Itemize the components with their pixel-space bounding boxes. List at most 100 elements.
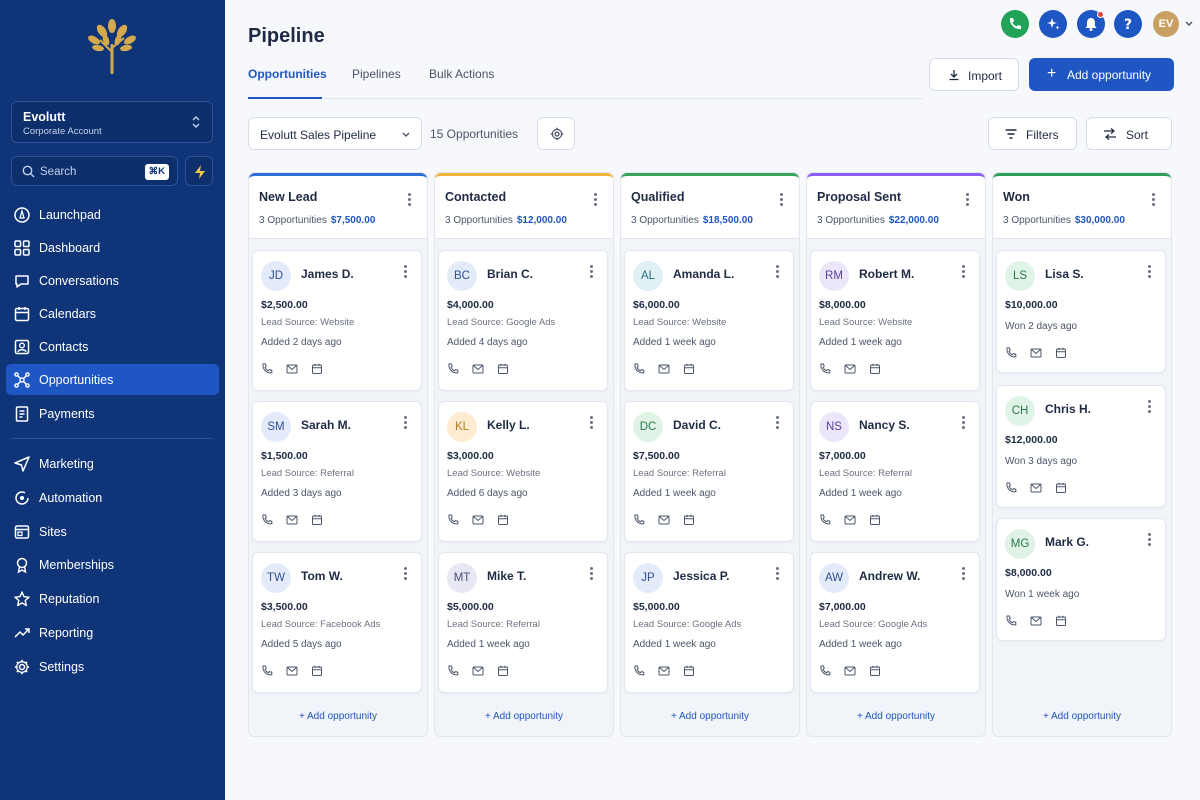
phone-icon[interactable] <box>447 514 459 526</box>
mail-icon[interactable] <box>844 363 856 375</box>
opportunity-card[interactable]: NS Nancy S. $7,000.00 Lead Source: Referral… <box>810 401 980 542</box>
sidebar-item-calendars[interactable]: Calendars <box>6 298 219 329</box>
card-menu-icon[interactable] <box>589 265 595 279</box>
notifications-button[interactable] <box>1077 10 1105 38</box>
calendar-icon[interactable] <box>683 665 695 677</box>
opportunity-card[interactable]: JD James D. $2,500.00 Lead Source: Website A… <box>252 250 422 391</box>
sort-button[interactable]: Sort <box>1086 117 1172 150</box>
card-menu-icon[interactable] <box>775 567 781 581</box>
opportunity-card[interactable]: TW Tom W. $3,500.00 Lead Source: Facebook A… <box>252 552 422 693</box>
mail-icon[interactable] <box>472 665 484 677</box>
card-menu-icon[interactable] <box>1147 400 1153 414</box>
opportunity-card[interactable]: AW Andrew W. $7,000.00 Lead Source: Google … <box>810 552 980 693</box>
card-menu-icon[interactable] <box>775 416 781 430</box>
phone-icon[interactable] <box>1005 347 1017 359</box>
mail-icon[interactable] <box>658 514 670 526</box>
column-menu-icon[interactable] <box>1151 193 1157 207</box>
sidebar-item-conversations[interactable]: Conversations <box>6 265 219 296</box>
sidebar-item-reputation[interactable]: Reputation <box>6 583 219 614</box>
phone-icon[interactable] <box>819 665 831 677</box>
phone-button[interactable] <box>1001 10 1029 38</box>
card-menu-icon[interactable] <box>961 567 967 581</box>
pipeline-settings-button[interactable] <box>537 117 575 150</box>
mail-icon[interactable] <box>472 363 484 375</box>
mail-icon[interactable] <box>286 363 298 375</box>
mail-icon[interactable] <box>286 514 298 526</box>
phone-icon[interactable] <box>633 363 645 375</box>
tab-bulk-actions[interactable]: Bulk Actions <box>429 67 494 81</box>
phone-icon[interactable] <box>633 665 645 677</box>
mail-icon[interactable] <box>1030 347 1042 359</box>
mail-icon[interactable] <box>844 665 856 677</box>
calendar-icon[interactable] <box>1055 347 1067 359</box>
phone-icon[interactable] <box>261 665 273 677</box>
mail-icon[interactable] <box>1030 615 1042 627</box>
sidebar-item-memberships[interactable]: Memberships <box>6 549 219 580</box>
column-menu-icon[interactable] <box>965 193 971 207</box>
user-avatar[interactable]: EV <box>1153 11 1179 37</box>
ai-assistant-button[interactable] <box>1039 10 1067 38</box>
calendar-icon[interactable] <box>497 665 509 677</box>
mail-icon[interactable] <box>1030 482 1042 494</box>
calendar-icon[interactable] <box>869 514 881 526</box>
calendar-icon[interactable] <box>1055 615 1067 627</box>
card-menu-icon[interactable] <box>1147 265 1153 279</box>
import-button[interactable]: Import <box>929 58 1019 91</box>
mail-icon[interactable] <box>286 665 298 677</box>
filters-button[interactable]: Filters <box>988 117 1077 150</box>
column-menu-icon[interactable] <box>593 193 599 207</box>
calendar-icon[interactable] <box>683 363 695 375</box>
card-menu-icon[interactable] <box>403 567 409 581</box>
card-menu-icon[interactable] <box>775 265 781 279</box>
chevron-down-icon[interactable] <box>1184 19 1194 29</box>
card-menu-icon[interactable] <box>403 265 409 279</box>
opportunity-card[interactable]: CH Chris H. $12,000.00 Won 3 days ago <box>996 385 1166 508</box>
sidebar-item-launchpad[interactable]: Launchpad <box>6 199 219 230</box>
add-opportunity-link[interactable]: + Add opportunity <box>435 711 613 722</box>
sidebar-item-opportunities[interactable]: Opportunities <box>6 364 219 395</box>
card-menu-icon[interactable] <box>589 416 595 430</box>
opportunity-card[interactable]: RM Robert M. $8,000.00 Lead Source: Website… <box>810 250 980 391</box>
opportunity-card[interactable]: MT Mike T. $5,000.00 Lead Source: Referral A… <box>438 552 608 693</box>
phone-icon[interactable] <box>261 363 273 375</box>
tab-opportunities[interactable]: Opportunities <box>248 67 327 81</box>
opportunity-card[interactable]: AL Amanda L. $6,000.00 Lead Source: Website… <box>624 250 794 391</box>
opportunity-card[interactable]: MG Mark G. $8,000.00 Won 1 week ago <box>996 518 1166 641</box>
calendar-icon[interactable] <box>497 514 509 526</box>
sidebar-item-automation[interactable]: Automation <box>6 482 219 513</box>
opportunity-card[interactable]: KL Kelly L. $3,000.00 Lead Source: Website A… <box>438 401 608 542</box>
opportunity-card[interactable]: JP Jessica P. $5,000.00 Lead Source: Google… <box>624 552 794 693</box>
card-menu-icon[interactable] <box>961 265 967 279</box>
add-opportunity-link[interactable]: + Add opportunity <box>993 711 1171 722</box>
phone-icon[interactable] <box>447 363 459 375</box>
calendar-icon[interactable] <box>311 514 323 526</box>
opportunity-card[interactable]: BC Brian C. $4,000.00 Lead Source: Google A… <box>438 250 608 391</box>
mail-icon[interactable] <box>844 514 856 526</box>
calendar-icon[interactable] <box>683 514 695 526</box>
sidebar-item-marketing[interactable]: Marketing <box>6 448 219 479</box>
card-menu-icon[interactable] <box>961 416 967 430</box>
help-button[interactable]: ? <box>1114 10 1142 38</box>
calendar-icon[interactable] <box>869 363 881 375</box>
sidebar-search[interactable]: Search ⌘K <box>11 156 178 186</box>
add-opportunity-link[interactable]: + Add opportunity <box>621 711 799 722</box>
add-opportunity-link[interactable]: + Add opportunity <box>249 711 427 722</box>
sidebar-item-payments[interactable]: Payments <box>6 398 219 429</box>
opportunity-card[interactable]: SM Sarah M. $1,500.00 Lead Source: Referral… <box>252 401 422 542</box>
card-menu-icon[interactable] <box>1147 533 1153 547</box>
phone-icon[interactable] <box>1005 482 1017 494</box>
tab-pipelines[interactable]: Pipelines <box>352 67 401 81</box>
opportunity-card[interactable]: LS Lisa S. $10,000.00 Won 2 days ago <box>996 250 1166 373</box>
sidebar-item-sites[interactable]: Sites <box>6 516 219 547</box>
card-menu-icon[interactable] <box>589 567 595 581</box>
phone-icon[interactable] <box>447 665 459 677</box>
calendar-icon[interactable] <box>497 363 509 375</box>
column-menu-icon[interactable] <box>407 193 413 207</box>
pipeline-select[interactable]: Evolutt Sales Pipeline <box>248 117 422 150</box>
card-menu-icon[interactable] <box>403 416 409 430</box>
phone-icon[interactable] <box>261 514 273 526</box>
add-opportunity-link[interactable]: + Add opportunity <box>807 711 985 722</box>
calendar-icon[interactable] <box>869 665 881 677</box>
calendar-icon[interactable] <box>311 665 323 677</box>
account-switcher[interactable]: Evolutt Corporate Account <box>11 101 213 143</box>
